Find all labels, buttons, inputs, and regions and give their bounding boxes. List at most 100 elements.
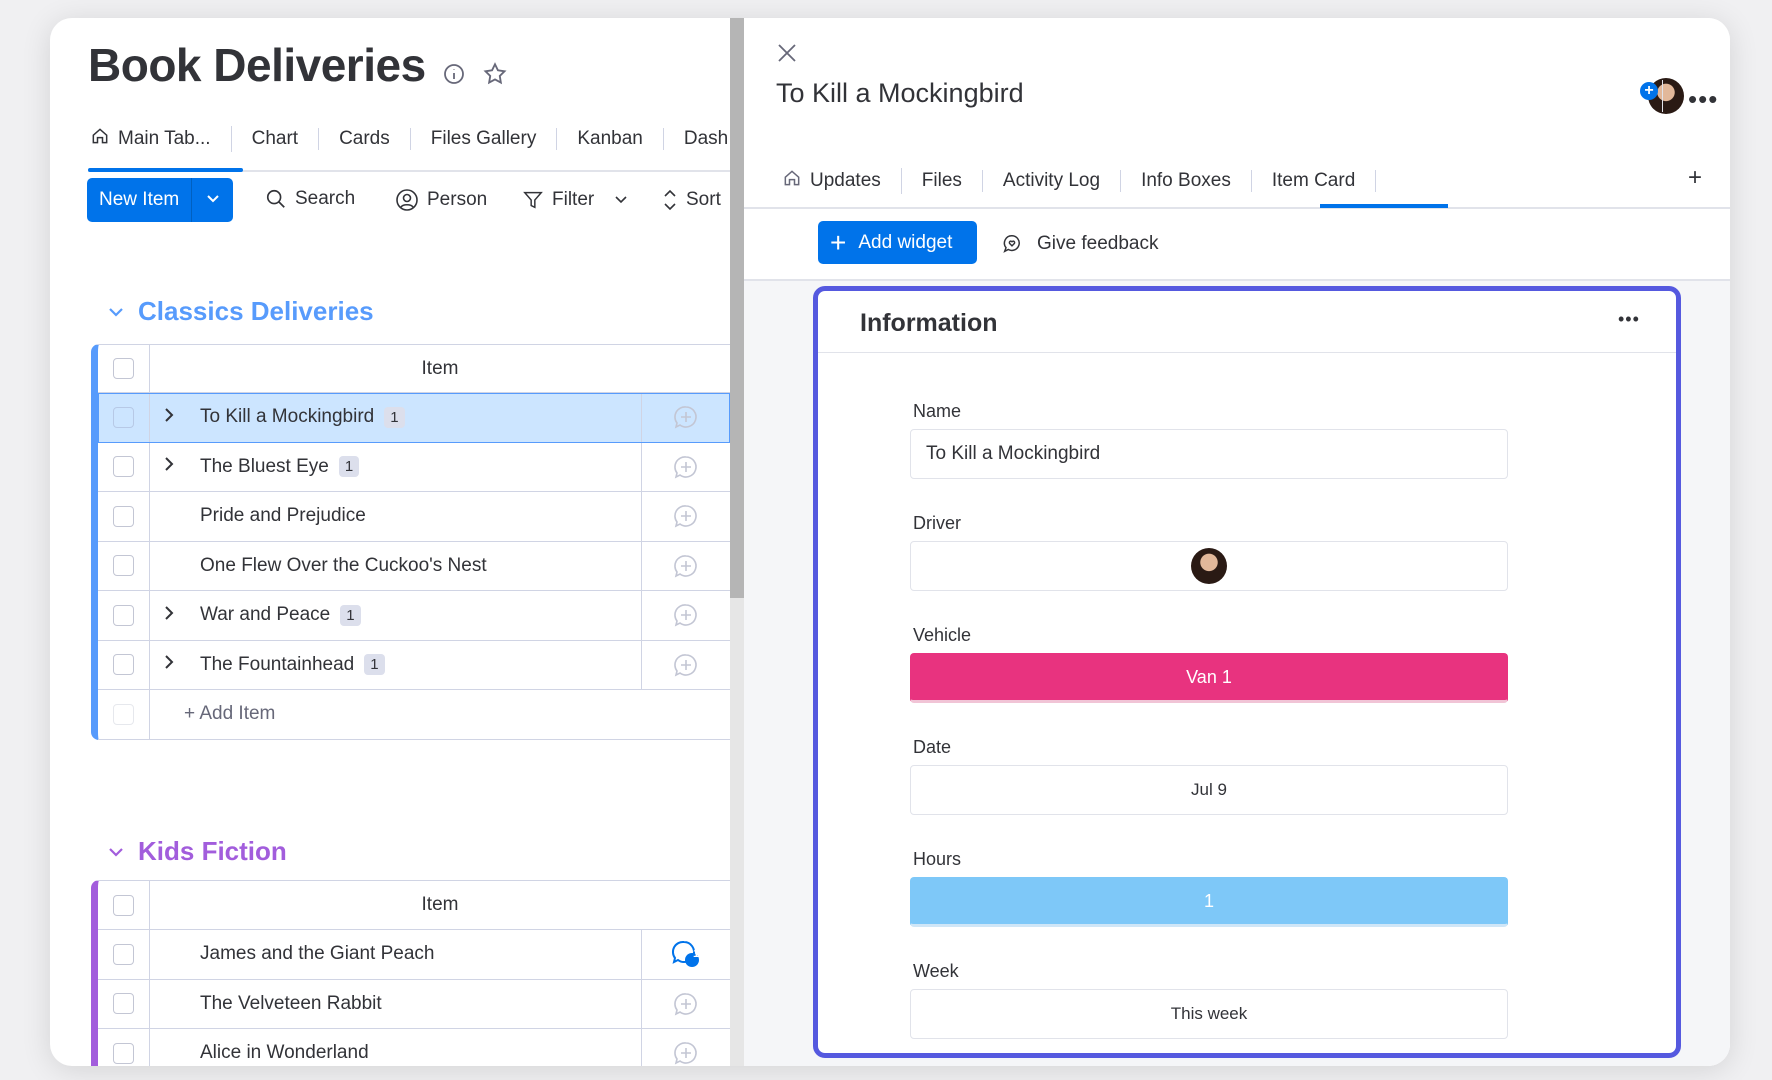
tab-files[interactable]: Files — [902, 170, 983, 192]
item-title[interactable]: To Kill a Mockingbird — [776, 78, 1024, 109]
expand-chevron-icon[interactable] — [164, 456, 188, 477]
expand-chevron-icon[interactable] — [164, 605, 188, 626]
tab-activity-log[interactable]: Activity Log — [983, 170, 1122, 192]
add-update-icon[interactable] — [642, 443, 730, 492]
name-field[interactable]: To Kill a Mockingbird — [910, 429, 1508, 479]
select-all-checkbox[interactable] — [98, 881, 150, 929]
tab-updates[interactable]: Updates — [762, 168, 902, 194]
add-widget-button[interactable]: + Add widget — [818, 221, 977, 264]
table-row[interactable]: The Velveteen Rabbit — [98, 979, 730, 1029]
board-scrollbar[interactable] — [730, 18, 744, 1066]
panel-tabs: Updates Files Activity Log Info Boxes It… — [762, 168, 1377, 194]
row-checkbox[interactable] — [98, 1029, 150, 1066]
sort-button[interactable]: Sort — [662, 188, 721, 212]
hours-field[interactable]: 1 — [910, 877, 1508, 927]
row-checkbox[interactable] — [98, 979, 150, 1028]
table-row[interactable]: One Flew Over the Cuckoo's Nest — [98, 541, 730, 591]
subitems-count-badge[interactable]: 1 — [340, 604, 361, 626]
item-name[interactable]: James and the Giant Peach — [200, 943, 434, 965]
information-widget: Information ••• Name To Kill a Mockingbi… — [813, 286, 1681, 1058]
chevron-down-icon — [615, 196, 627, 204]
give-feedback-button[interactable]: Give feedback — [1001, 233, 1158, 255]
person-filter-button[interactable]: Person — [395, 188, 487, 212]
expand-chevron-icon[interactable] — [164, 654, 188, 675]
field-label-hours: Hours — [913, 849, 962, 869]
date-field[interactable]: Jul 9 — [910, 765, 1508, 815]
table-row[interactable]: James and the Giant Peach 1 — [98, 930, 730, 980]
driver-avatar — [1191, 548, 1227, 584]
widget-title: Information — [860, 309, 998, 337]
add-update-icon[interactable] — [642, 492, 730, 541]
active-tab-indicator — [1320, 204, 1448, 208]
add-view-icon[interactable]: + — [1688, 164, 1702, 192]
item-name[interactable]: The Bluest Eye — [200, 456, 329, 478]
vehicle-status[interactable]: Van 1 — [910, 653, 1508, 703]
row-checkbox[interactable] — [98, 591, 150, 640]
table-row[interactable]: The Fountainhead 1 — [98, 640, 730, 690]
expand-chevron-icon[interactable] — [164, 407, 188, 428]
home-icon — [782, 168, 802, 194]
add-update-icon[interactable] — [642, 980, 730, 1029]
view-tab-kanban[interactable]: Kanban — [557, 128, 664, 150]
more-options-icon[interactable]: ••• — [1688, 84, 1718, 115]
add-update-icon[interactable] — [642, 542, 730, 591]
row-checkbox[interactable] — [98, 442, 150, 491]
item-name[interactable]: Alice in Wonderland — [200, 1042, 369, 1064]
tab-info-boxes[interactable]: Info Boxes — [1121, 170, 1252, 192]
field-label-vehicle: Vehicle — [913, 625, 972, 645]
updates-icon[interactable]: 1 — [642, 930, 730, 979]
add-subscriber-icon[interactable]: + — [1640, 82, 1658, 100]
tab-item-card[interactable]: Item Card — [1252, 170, 1377, 192]
filter-button[interactable]: Filter — [522, 188, 628, 212]
row-checkbox[interactable] — [98, 541, 150, 590]
table-row[interactable]: To Kill a Mockingbird 1 — [98, 393, 730, 443]
close-icon[interactable] — [776, 42, 798, 69]
collapse-chevron-icon — [109, 307, 123, 317]
row-checkbox[interactable] — [98, 393, 150, 442]
week-field[interactable]: This week — [910, 989, 1508, 1039]
table-row[interactable]: Alice in Wonderland — [98, 1029, 730, 1066]
view-tab-chart[interactable]: Chart — [232, 128, 320, 150]
subitems-count-badge[interactable]: 1 — [364, 654, 385, 676]
classics-table: Item To Kill a Mockingbird 1 The Bluest Ey… — [91, 344, 730, 740]
item-name[interactable]: To Kill a Mockingbird — [200, 406, 374, 428]
add-update-icon[interactable] — [642, 641, 730, 690]
home-icon — [90, 126, 110, 152]
star-icon[interactable] — [482, 61, 508, 92]
group-header-kids-fiction[interactable]: Kids Fiction — [108, 836, 287, 867]
scrollbar-thumb[interactable] — [730, 18, 744, 598]
collapse-chevron-icon — [109, 847, 123, 857]
item-name[interactable]: The Fountainhead — [200, 654, 354, 676]
board-title: Book Deliveries — [88, 39, 426, 91]
widget-more-icon[interactable]: ••• — [1618, 309, 1640, 330]
sort-icon — [664, 189, 676, 211]
item-name[interactable]: War and Peace — [200, 604, 330, 626]
table-row[interactable]: The Bluest Eye 1 — [98, 442, 730, 492]
row-checkbox[interactable] — [98, 492, 150, 541]
item-name[interactable]: Pride and Prejudice — [200, 505, 366, 527]
add-update-icon[interactable] — [642, 1029, 730, 1066]
info-icon[interactable] — [442, 62, 466, 91]
row-checkbox[interactable] — [98, 930, 150, 979]
row-checkbox[interactable] — [98, 640, 150, 689]
new-item-button[interactable]: New Item — [87, 178, 233, 222]
item-name[interactable]: The Velveteen Rabbit — [200, 993, 382, 1015]
add-update-icon[interactable] — [642, 591, 730, 640]
subitems-count-badge[interactable]: 1 — [384, 406, 405, 428]
add-update-icon[interactable] — [642, 393, 730, 442]
table-row[interactable]: War and Peace 1 — [98, 591, 730, 641]
add-item-row[interactable]: + Add Item — [98, 690, 730, 740]
select-all-checkbox[interactable] — [98, 345, 150, 392]
driver-field[interactable] — [910, 541, 1508, 591]
chevron-down-icon[interactable] — [192, 191, 233, 209]
board-pane: Book Deliveries Main Tab... Chart Cards … — [50, 18, 730, 1066]
table-row[interactable]: Pride and Prejudice — [98, 492, 730, 542]
view-tab-main[interactable]: Main Tab... — [70, 126, 232, 152]
search-button[interactable]: Search — [265, 188, 355, 210]
group-header-classics[interactable]: Classics Deliveries — [108, 296, 374, 327]
subitems-count-badge[interactable]: 1 — [338, 456, 360, 478]
view-tab-files-gallery[interactable]: Files Gallery — [411, 128, 558, 150]
field-label-date: Date — [913, 737, 952, 757]
view-tab-cards[interactable]: Cards — [319, 128, 411, 150]
item-name[interactable]: One Flew Over the Cuckoo's Nest — [200, 555, 487, 577]
